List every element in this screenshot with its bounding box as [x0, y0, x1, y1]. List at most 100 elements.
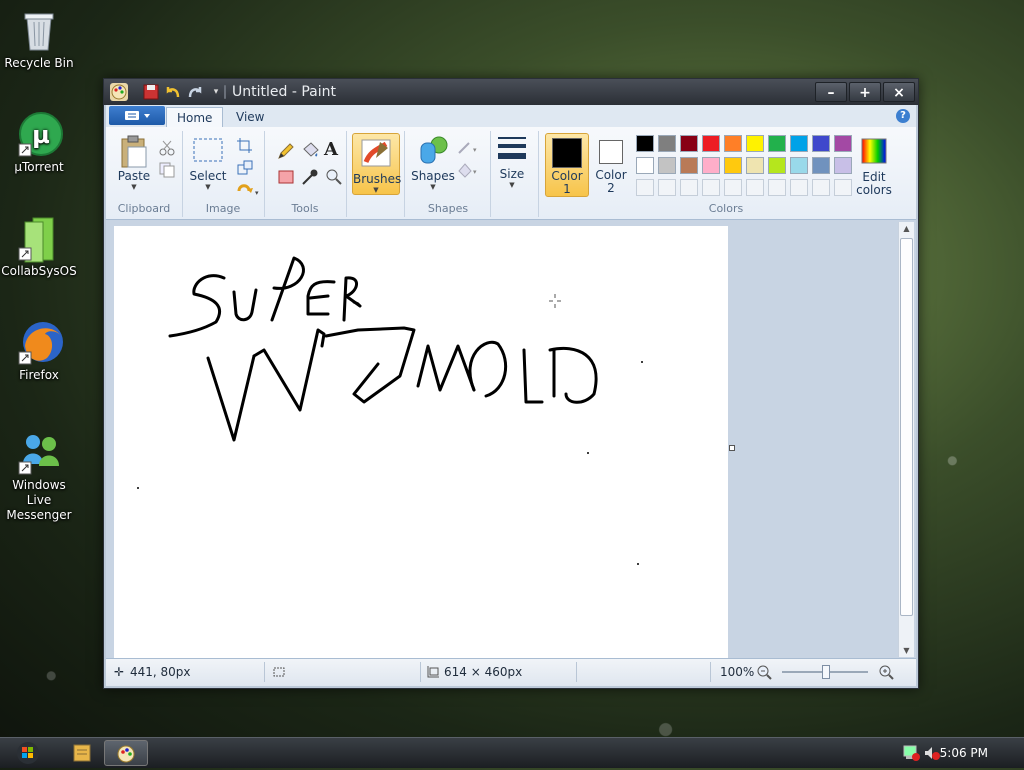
- palette-empty-slot[interactable]: [658, 179, 676, 196]
- taskbar-paint-button[interactable]: [104, 740, 148, 766]
- palette-empty-slot[interactable]: [724, 179, 742, 196]
- color2-button[interactable]: Color 2: [590, 133, 632, 195]
- palette-empty-slot[interactable]: [636, 179, 654, 196]
- cut-icon[interactable]: [158, 139, 176, 157]
- palette-swatch[interactable]: [790, 157, 808, 174]
- palette-swatch[interactable]: [680, 157, 698, 174]
- palette-swatch[interactable]: [768, 157, 786, 174]
- palette-swatch[interactable]: [702, 135, 720, 152]
- color-picker-icon[interactable]: [300, 167, 318, 185]
- taskbar-explorer-button[interactable]: [60, 740, 104, 766]
- maximize-button[interactable]: +: [849, 82, 881, 102]
- palette-swatch[interactable]: [834, 157, 852, 174]
- desktop-icon-recycle-bin[interactable]: Recycle Bin: [0, 8, 78, 71]
- edit-colors-button[interactable]: Edit colors: [852, 137, 896, 197]
- network-tray-icon[interactable]: [902, 744, 920, 762]
- palette-swatch[interactable]: [724, 157, 742, 174]
- palette-swatch[interactable]: [702, 157, 720, 174]
- drawing-canvas[interactable]: [114, 226, 728, 658]
- palette-swatch[interactable]: [746, 135, 764, 152]
- shapes-dropdown-icon: ▼: [430, 183, 436, 191]
- magnifier-icon[interactable]: [324, 167, 342, 185]
- palette-swatch[interactable]: [658, 135, 676, 152]
- minimize-button[interactable]: –: [815, 82, 847, 102]
- fill-icon[interactable]: [300, 141, 319, 159]
- select-button[interactable]: Select ▼: [188, 135, 228, 191]
- palette-swatch[interactable]: [680, 135, 698, 152]
- size-button[interactable]: Size ▼: [492, 133, 532, 189]
- canvas-resize-handle[interactable]: [729, 445, 735, 451]
- copy-icon[interactable]: [158, 161, 176, 179]
- clipboard-group-label: Clipboard: [117, 202, 171, 215]
- palette-empty-slot[interactable]: [746, 179, 764, 196]
- zoom-out-icon[interactable]: [756, 664, 772, 683]
- recycle-bin-icon: [17, 8, 61, 52]
- messenger-icon: [17, 430, 61, 475]
- desktop-icon-collabsysos[interactable]: CollabSysOS: [0, 216, 78, 279]
- paste-button[interactable]: Paste ▼: [112, 135, 156, 191]
- paint-menu-button[interactable]: [109, 106, 165, 125]
- rotate-icon[interactable]: ▾: [236, 181, 259, 199]
- clock[interactable]: 5:06 PM: [940, 746, 988, 760]
- vertical-scrollbar[interactable]: ▲ ▼: [898, 222, 914, 657]
- title-bar[interactable]: ▾ Untitled - Paint – + ×: [104, 79, 918, 105]
- palette-empty-slot[interactable]: [834, 179, 852, 196]
- desktop-icon-windows-live-messenger[interactable]: Windows Live Messenger: [0, 430, 78, 523]
- shapes-button[interactable]: Shapes ▼: [410, 135, 456, 191]
- text-icon[interactable]: A: [324, 141, 342, 159]
- palette-empty-slot[interactable]: [790, 179, 808, 196]
- fill-shape-icon[interactable]: ▾: [456, 161, 477, 179]
- eraser-icon[interactable]: [276, 167, 294, 185]
- help-icon[interactable]: ?: [896, 109, 910, 123]
- palette-empty-slot[interactable]: [702, 179, 720, 196]
- desktop-icon-firefox[interactable]: Firefox: [0, 320, 78, 383]
- desktop-icon-label: Recycle Bin: [4, 56, 74, 70]
- pencil-icon[interactable]: [276, 141, 294, 159]
- brushes-button[interactable]: Brushes ▼: [352, 133, 402, 195]
- zoom-in-icon[interactable]: [878, 664, 894, 683]
- taskbar: 5:06 PM: [0, 737, 1024, 768]
- palette-swatch[interactable]: [790, 135, 808, 152]
- zoom-slider-thumb[interactable]: [822, 665, 830, 679]
- tools-group: A Tools: [264, 131, 347, 217]
- palette-empty-slot[interactable]: [812, 179, 830, 196]
- palette-swatch[interactable]: [746, 157, 764, 174]
- status-bar: ✛ 441, 80px 614 × 460px 100%: [106, 658, 916, 686]
- palette-empty-slot[interactable]: [680, 179, 698, 196]
- palette-swatch[interactable]: [724, 135, 742, 152]
- palette-swatch[interactable]: [812, 157, 830, 174]
- palette-swatch[interactable]: [636, 157, 654, 174]
- svg-text:µ: µ: [32, 121, 50, 149]
- status-divider: [710, 662, 711, 682]
- scroll-down-icon[interactable]: ▼: [899, 646, 914, 655]
- redo-icon[interactable]: [186, 83, 204, 101]
- crop-icon[interactable]: [236, 137, 254, 155]
- scroll-up-icon[interactable]: ▲: [899, 224, 914, 233]
- tab-home[interactable]: Home: [166, 107, 224, 128]
- zoom-level: 100%: [720, 665, 755, 679]
- svg-text:▾: ▾: [255, 189, 259, 197]
- paste-label: Paste: [117, 169, 151, 183]
- outline-icon[interactable]: ▾: [456, 139, 477, 157]
- utorrent-icon: µ: [17, 112, 63, 157]
- scrollbar-thumb[interactable]: [900, 238, 913, 616]
- palette-swatch[interactable]: [768, 135, 786, 152]
- colors-group: Color 1 Color 2 Edit colors Colors: [540, 131, 912, 217]
- palette-swatch[interactable]: [658, 157, 676, 174]
- palette-swatch[interactable]: [834, 135, 852, 152]
- tab-view[interactable]: View: [226, 107, 274, 127]
- undo-icon[interactable]: [164, 83, 182, 101]
- customize-quick-access-icon[interactable]: ▾: [207, 83, 225, 101]
- paint-app-icon[interactable]: [110, 83, 128, 101]
- brushes-label: Brushes: [353, 172, 402, 186]
- resize-icon[interactable]: [236, 159, 254, 177]
- save-icon[interactable]: [142, 83, 160, 101]
- desktop-icon-utorrent[interactable]: µ µTorrent: [0, 112, 78, 175]
- palette-swatch[interactable]: [636, 135, 654, 152]
- volume-tray-icon[interactable]: [922, 744, 940, 762]
- palette-swatch[interactable]: [812, 135, 830, 152]
- start-button[interactable]: [8, 741, 48, 765]
- color1-button[interactable]: Color 1: [545, 133, 589, 197]
- palette-empty-slot[interactable]: [768, 179, 786, 196]
- close-button[interactable]: ×: [883, 82, 915, 102]
